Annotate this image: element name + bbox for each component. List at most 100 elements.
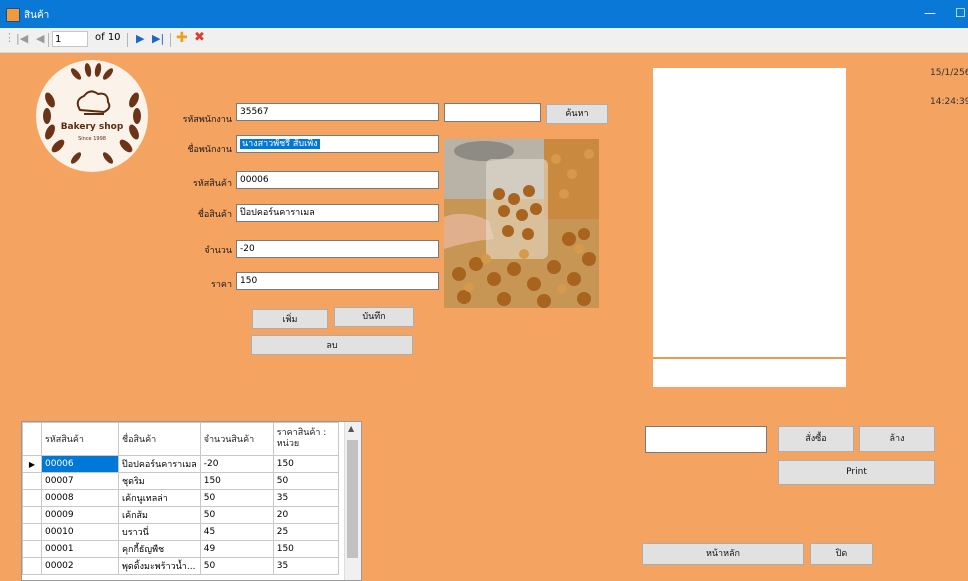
- clear-button[interactable]: ล้าง: [859, 426, 935, 452]
- product-id-field[interactable]: 00006: [236, 171, 439, 189]
- minimize-icon[interactable]: —: [924, 6, 936, 20]
- table-cell[interactable]: พุดดิ้งมะพร้าวน้ำ...: [118, 557, 201, 575]
- price-label: ราคา: [211, 280, 232, 290]
- maximize-icon[interactable]: ☐: [955, 6, 966, 20]
- delete-icon[interactable]: ✖: [194, 30, 205, 45]
- table-cell[interactable]: 25: [272, 523, 339, 541]
- search-button[interactable]: ค้นหา: [546, 104, 608, 124]
- add-button[interactable]: เพิ่ม: [252, 309, 328, 329]
- table-cell[interactable]: 45: [199, 523, 274, 541]
- title-bar: สินค้า — ☐: [0, 0, 968, 28]
- order-input[interactable]: [645, 426, 767, 453]
- table-cell[interactable]: 50: [199, 557, 274, 575]
- logo-since-text: Since 1998: [78, 136, 106, 142]
- close-button[interactable]: ปิด: [810, 543, 873, 565]
- table-cell[interactable]: 00006: [41, 455, 119, 473]
- table-cell[interactable]: ป๊อปคอร์นคาราเมล: [118, 455, 201, 473]
- time-label: 14:24:39: [930, 97, 968, 107]
- save-button[interactable]: บันทึก: [334, 307, 414, 327]
- column-header[interactable]: จำนวนสินค้า: [199, 422, 274, 456]
- table-row[interactable]: 00001 คุกกี้ธัญพืช 49 150: [22, 540, 339, 558]
- row-header-corner: [22, 422, 42, 456]
- wheat-wreath-icon: [43, 63, 141, 164]
- table-cell[interactable]: บราวนี่: [118, 523, 201, 541]
- table-cell[interactable]: 50: [199, 506, 274, 524]
- table-cell[interactable]: 50: [199, 489, 274, 507]
- row-header[interactable]: [22, 540, 42, 558]
- order-button[interactable]: สั่งซื้อ: [778, 426, 854, 452]
- move-last-icon[interactable]: ▶|: [152, 32, 164, 45]
- binding-navigator: ⋮ |◀ ◀ 1 of 10 ▶ ▶| ✚ ✖: [0, 28, 968, 53]
- move-first-icon[interactable]: |◀: [16, 32, 28, 45]
- row-header[interactable]: [22, 472, 42, 490]
- price-field[interactable]: 150: [236, 272, 439, 290]
- current-row-icon: ▶: [22, 455, 42, 473]
- delete-button[interactable]: ลบ: [251, 335, 413, 355]
- move-next-icon[interactable]: ▶: [136, 32, 144, 45]
- toolbar-separator: [170, 33, 171, 47]
- table-cell[interactable]: 00001: [41, 540, 119, 558]
- position-input[interactable]: 1: [52, 31, 88, 47]
- table-cell[interactable]: 20: [272, 506, 339, 524]
- table-cell[interactable]: 00007: [41, 472, 119, 490]
- toolbar-separator: [127, 33, 128, 47]
- table-row[interactable]: 00009 เค้กส้ม 50 20: [22, 506, 339, 524]
- table-row[interactable]: ▶ 00006 ป๊อปคอร์นคาราเมล -20 150: [22, 455, 339, 473]
- count-label: of 10: [95, 32, 121, 43]
- table-cell[interactable]: 00008: [41, 489, 119, 507]
- product-name-label: ชื่อสินค้า: [197, 210, 232, 220]
- vertical-scrollbar[interactable]: ▲: [344, 422, 361, 580]
- column-header[interactable]: รหัสสินค้า: [41, 422, 119, 456]
- scroll-thumb[interactable]: [347, 440, 358, 558]
- table-row[interactable]: 00008 เค้กนูเทลล่า 50 35: [22, 489, 339, 507]
- total-box: [653, 359, 846, 387]
- home-button[interactable]: หน้าหลัก: [642, 543, 804, 565]
- employee-name-value: นางสาวพัชรี สับเพิ่ง: [240, 139, 320, 149]
- grip-icon: ⋮: [4, 31, 15, 44]
- row-header[interactable]: [22, 557, 42, 575]
- row-header[interactable]: [22, 506, 42, 524]
- product-image: [444, 139, 599, 308]
- table-cell[interactable]: 35: [272, 557, 339, 575]
- employee-name-label: ชื่อพนักงาน: [187, 145, 232, 155]
- table-cell[interactable]: ชุดริม: [118, 472, 201, 490]
- row-header[interactable]: [22, 489, 42, 507]
- table-row[interactable]: 00007 ชุดริม 150 50: [22, 472, 339, 490]
- add-new-icon[interactable]: ✚: [176, 30, 188, 46]
- table-cell[interactable]: 49: [199, 540, 274, 558]
- print-button[interactable]: Print: [778, 460, 935, 485]
- table-cell[interactable]: -20: [199, 455, 274, 473]
- quantity-field[interactable]: -20: [236, 240, 439, 258]
- toolbar-separator: [48, 33, 49, 47]
- employee-name-field[interactable]: นางสาวพัชรี สับเพิ่ง: [236, 135, 439, 153]
- column-header[interactable]: ราคาสินค้า : หน่วย: [272, 422, 339, 456]
- table-cell[interactable]: 00002: [41, 557, 119, 575]
- product-name-field[interactable]: ป๊อปคอร์นคาราเมล: [236, 204, 439, 222]
- table-row[interactable]: 00010 บราวนี่ 45 25: [22, 523, 339, 541]
- column-header[interactable]: ชื่อสินค้า: [118, 422, 201, 456]
- table-cell[interactable]: 35: [272, 489, 339, 507]
- table-row[interactable]: 00002 พุดดิ้งมะพร้าวน้ำ... 50 35: [22, 557, 339, 575]
- scroll-up-icon[interactable]: ▲: [348, 424, 354, 433]
- logo-brand-text: Bakery shop: [60, 122, 124, 132]
- move-previous-icon[interactable]: ◀: [36, 32, 44, 45]
- bakery-logo: Bakery shop Since 1998: [36, 60, 148, 172]
- table-cell[interactable]: 50: [272, 472, 339, 490]
- table-cell[interactable]: 00010: [41, 523, 119, 541]
- date-label: 15/1/256: [930, 68, 968, 78]
- table-cell[interactable]: 150: [272, 540, 339, 558]
- table-cell[interactable]: เค้กส้ม: [118, 506, 201, 524]
- employee-id-label: รหัสพนักงาน: [182, 115, 232, 125]
- product-id-label: รหัสสินค้า: [193, 179, 232, 189]
- table-cell[interactable]: เค้กนูเทลล่า: [118, 489, 201, 507]
- employee-id-field[interactable]: 35567: [236, 103, 439, 121]
- table-cell[interactable]: 00009: [41, 506, 119, 524]
- window-title: สินค้า: [24, 10, 50, 21]
- row-header[interactable]: [22, 523, 42, 541]
- products-grid[interactable]: รหัสสินค้า ชื่อสินค้า จำนวนสินค้า ราคาสิ…: [21, 421, 362, 581]
- table-cell[interactable]: คุกกี้ธัญพืช: [118, 540, 201, 558]
- search-input[interactable]: [444, 103, 541, 122]
- app-icon: [6, 8, 20, 22]
- table-cell[interactable]: 150: [272, 455, 339, 473]
- table-cell[interactable]: 150: [199, 472, 274, 490]
